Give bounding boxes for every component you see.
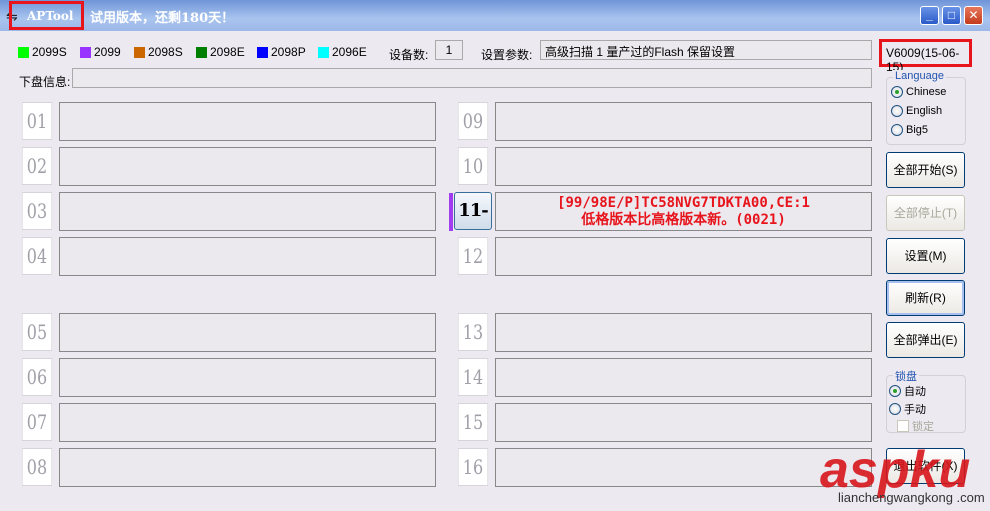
lock-manual-label: 手动 [904, 404, 926, 416]
slot-number-button[interactable]: 06 [21, 358, 53, 396]
download-info-label: 下盘信息: [19, 75, 71, 89]
settings-button[interactable]: 设置(M) [886, 238, 965, 274]
slot-status-panel [59, 448, 436, 487]
slot-number-button[interactable]: 10 [457, 147, 489, 185]
slot-status-panel [59, 192, 436, 231]
legend-item: 2098S [134, 45, 183, 59]
slot-status-panel [59, 147, 436, 186]
download-info-field [72, 68, 872, 88]
version-label: V6009(15-06-15) [879, 39, 972, 74]
legend-item: 2099 [80, 45, 121, 59]
legend-label: 2099S [32, 45, 67, 59]
slot-number-button[interactable]: 02 [21, 147, 53, 185]
slot-number-button[interactable]: 15 [457, 403, 489, 441]
legend-label: 2098S [148, 45, 183, 59]
close-button[interactable]: ✕ [964, 6, 983, 25]
legend-item: 2098P [257, 45, 306, 59]
slot-status-panel: [99/98E/P]TC58NVG7TDKTA00,CE:1 低格版本比高格版本新… [495, 192, 872, 231]
slot-number-button[interactable]: 04 [21, 237, 53, 275]
legend-label: 2096E [332, 45, 367, 59]
radio-icon [891, 86, 903, 98]
lock-title: 锁盘 [893, 368, 919, 384]
slot-status-panel [59, 313, 436, 352]
slot-message-line: [99/98E/P]TC58NVG7TDKTA00,CE:1 [557, 195, 810, 211]
slot-status-panel [495, 403, 872, 442]
settings-label: 设置参数: [481, 48, 533, 62]
slot-number-button[interactable]: 08 [21, 448, 53, 486]
radio-icon [891, 105, 903, 117]
slot-status-panel [495, 358, 872, 397]
slot-status-panel [59, 102, 436, 141]
language-option-label: Big5 [906, 124, 929, 136]
slot-number-button[interactable]: 03 [21, 192, 53, 230]
radio-icon [889, 403, 901, 415]
device-count-label: 设备数: [389, 48, 429, 62]
slot-status-panel [59, 358, 436, 397]
slot-number-button[interactable]: 09 [457, 102, 489, 140]
lock-manual-radio[interactable]: 手动 [889, 401, 926, 417]
slot-number-button[interactable]: 11-I [454, 192, 492, 257]
legend-label: 2098E [210, 45, 245, 59]
legend-item: 2099S [18, 45, 67, 59]
slot-status-panel [59, 403, 436, 442]
refresh-button[interactable]: 刷新(R) [886, 280, 965, 316]
lock-auto-radio[interactable]: 自动 [889, 383, 926, 399]
language-option-label: Chinese [906, 86, 947, 98]
slot-message-line: 低格版本比高格版本新。(0021) [581, 212, 786, 228]
window-title: 试用版本，还剩180天！ [90, 11, 235, 26]
legend-item: 2098E [196, 45, 245, 59]
language-radio-big5[interactable]: Big5 [891, 124, 928, 136]
lock-checkbox[interactable]: 锁定 [897, 418, 934, 434]
slot-status-panel [495, 448, 872, 487]
slot-number-button[interactable]: 13 [457, 313, 489, 351]
lock-auto-label: 自动 [904, 386, 926, 398]
slot-number-button[interactable]: 01 [21, 102, 53, 140]
radio-icon [891, 124, 903, 136]
language-radio-chinese[interactable]: Chinese [891, 86, 946, 98]
color-swatch-icon [196, 46, 207, 58]
settings-value: 高级扫描 1 量产过的Flash 保留设置 [540, 40, 872, 60]
stop-all-button[interactable]: 全部停止(T) [886, 195, 965, 231]
title-bar: ⇋ APTool 试用版本，还剩180天！ _ □ ✕ [0, 0, 990, 31]
slot-status-panel [495, 237, 872, 276]
minimize-button[interactable]: _ [920, 6, 939, 25]
slot-status-panel [495, 147, 872, 186]
app-name: APTool [9, 1, 84, 30]
slot-status-panel [495, 313, 872, 352]
legend-label: 2099 [94, 45, 121, 59]
language-title: Language [893, 70, 946, 82]
color-swatch-icon [80, 46, 91, 58]
watermark-sub: lianchengwangkong .com [838, 490, 985, 505]
legend-item: 2096E [318, 45, 367, 59]
color-swatch-icon [318, 46, 329, 58]
legend-label: 2098P [271, 45, 306, 59]
language-option-label: English [906, 105, 943, 117]
color-swatch-icon [18, 46, 29, 58]
slot-number-button[interactable]: 12 [457, 237, 489, 275]
start-all-button[interactable]: 全部开始(S) [886, 152, 965, 188]
language-radio-english[interactable]: English [891, 105, 942, 117]
color-swatch-icon [134, 46, 145, 58]
exit-button[interactable]: 退出软件(X) [886, 448, 965, 484]
slot-number-button[interactable]: 05 [21, 313, 53, 351]
active-slot-marker [449, 193, 453, 231]
color-swatch-icon [257, 46, 268, 58]
radio-checked-icon [889, 385, 901, 397]
slot-status-panel [495, 102, 872, 141]
maximize-button[interactable]: □ [942, 6, 961, 25]
slot-number-button[interactable]: 07 [21, 403, 53, 441]
slot-number-button[interactable]: 16 [457, 448, 489, 486]
lock-checkbox-label: 锁定 [912, 421, 934, 433]
checkbox-icon [897, 420, 909, 432]
slot-status-panel [59, 237, 436, 276]
device-count-value: 1 [435, 40, 463, 60]
slot-number-button[interactable]: 14 [457, 358, 489, 396]
eject-all-button[interactable]: 全部弹出(E) [886, 322, 965, 358]
